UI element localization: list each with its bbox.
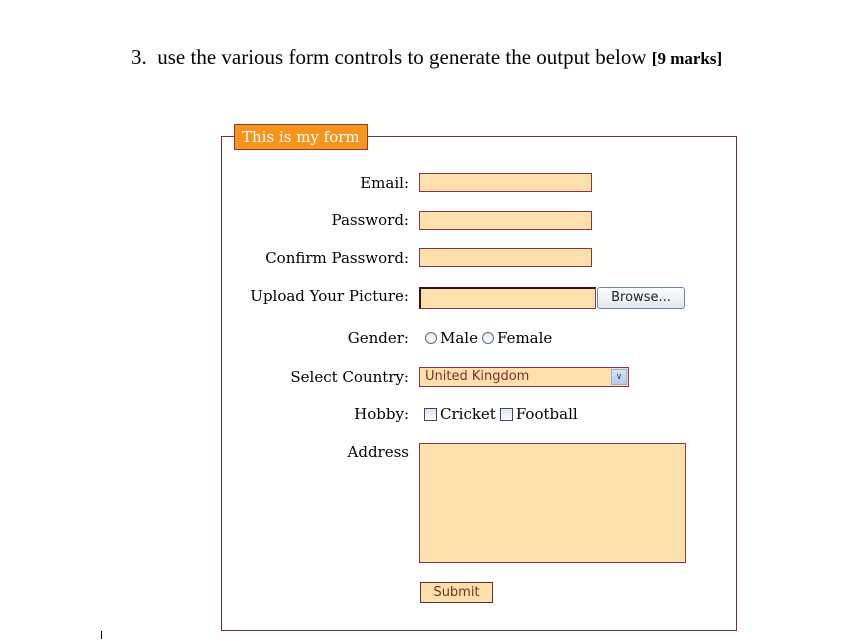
cricket-checkbox[interactable] (424, 407, 437, 421)
confirm-password-field[interactable] (419, 248, 592, 267)
gender-label: Gender: (347, 329, 409, 347)
form-legend: This is my form (234, 124, 368, 150)
hobby-options: Cricket Football (424, 405, 578, 423)
female-label: Female (496, 329, 553, 347)
female-radio[interactable] (481, 332, 494, 344)
question-text: 3. use the various form controls to gene… (131, 45, 722, 70)
country-selected-value: United Kingdom (425, 369, 530, 384)
chevron-down-icon[interactable]: ∨ (611, 369, 627, 385)
male-radio[interactable] (425, 332, 437, 344)
gender-options: Male Female (425, 329, 552, 347)
text-cursor (101, 631, 102, 639)
submit-button[interactable]: Submit (420, 582, 493, 603)
cricket-label: Cricket (440, 405, 496, 423)
question-number: 3. (131, 45, 147, 69)
football-label: Football (515, 405, 578, 423)
email-field[interactable] (419, 173, 592, 192)
email-label: Email: (360, 174, 409, 192)
question-body: use the various form controls to generat… (157, 45, 647, 69)
browse-button[interactable]: Browse... (597, 287, 685, 309)
address-textarea[interactable] (419, 443, 686, 563)
password-field[interactable] (419, 211, 592, 230)
hobby-label: Hobby: (354, 405, 409, 423)
password-label: Password: (331, 211, 409, 229)
country-select[interactable]: United Kingdom ∨ (419, 367, 629, 387)
upload-label: Upload Your Picture: (250, 287, 409, 305)
confirm-password-label: Confirm Password: (265, 249, 409, 267)
question-marks: [9 marks] (651, 49, 723, 68)
male-label: Male (440, 329, 478, 347)
address-label: Address (347, 443, 409, 461)
country-label: Select Country: (290, 368, 409, 386)
upload-file-field[interactable] (419, 287, 596, 309)
football-checkbox[interactable] (499, 407, 513, 421)
